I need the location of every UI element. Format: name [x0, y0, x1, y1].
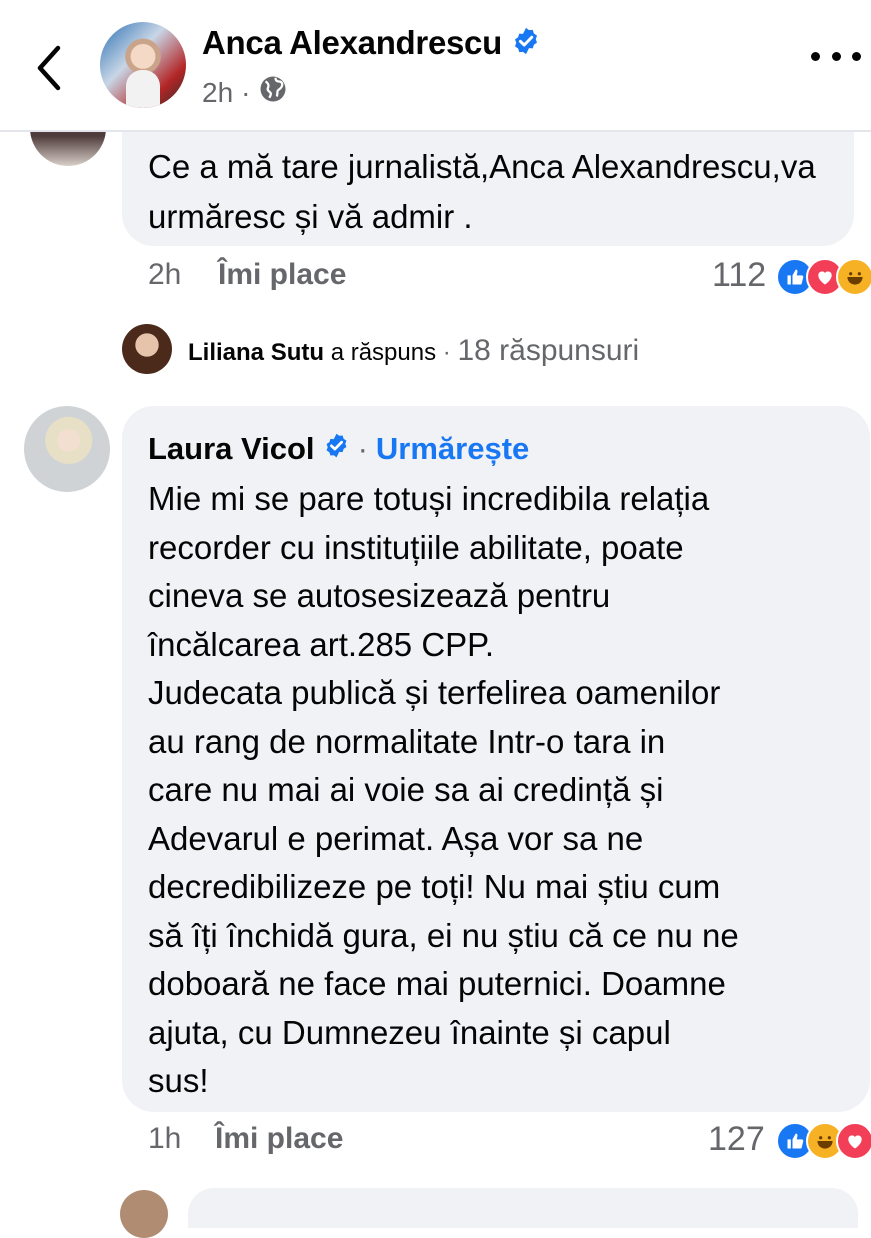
- commenter-avatar[interactable]: [24, 406, 110, 492]
- replier-name: Liliana Sutu: [188, 339, 325, 366]
- verified-badge-icon: [511, 26, 541, 64]
- post-meta: 2h ·: [202, 74, 288, 111]
- love-reaction-icon: [836, 1122, 871, 1160]
- commenter-name[interactable]: Laura Vicol: [148, 431, 315, 467]
- comment-text: Ce a mă tare jurnalistă,Anca Alexandresc…: [148, 148, 816, 235]
- name-separator: ·: [357, 431, 368, 466]
- haha-reaction-icon: [836, 258, 871, 296]
- page-name: Anca Alexandrescu: [202, 24, 502, 61]
- comment-bubble: [188, 1188, 858, 1228]
- replier-avatar[interactable]: [122, 324, 172, 374]
- comment-time: 1h: [148, 1122, 182, 1155]
- follow-button[interactable]: Urmărește: [376, 431, 529, 467]
- reply-action: a răspuns: [330, 339, 437, 366]
- page-name-link[interactable]: Anca Alexandrescu: [202, 24, 541, 64]
- like-button[interactable]: Îmi place: [218, 258, 346, 292]
- reply-count: 18 răspunsuri: [457, 334, 640, 367]
- meta-separator: ·: [241, 76, 251, 108]
- post-header: Anca Alexandrescu 2h ·: [0, 0, 871, 132]
- page-avatar[interactable]: [100, 22, 186, 108]
- view-replies-link[interactable]: Liliana Sutu a răspuns · 18 răspunsuri: [188, 334, 639, 368]
- more-options-icon[interactable]: [811, 52, 861, 72]
- like-button[interactable]: Îmi place: [215, 1122, 343, 1156]
- reaction-icons[interactable]: [776, 258, 871, 296]
- verified-badge-icon: [323, 431, 350, 467]
- back-arrow-icon[interactable]: [30, 38, 70, 98]
- comment-header: Laura Vicol · Urmărește: [148, 431, 529, 467]
- globe-icon: [258, 74, 288, 111]
- comment-time: 2h: [148, 258, 182, 291]
- post-time: 2h: [202, 76, 234, 108]
- commenter-avatar[interactable]: [120, 1190, 168, 1238]
- reply-separator: ·: [442, 339, 451, 366]
- reaction-count[interactable]: 112: [712, 256, 766, 295]
- reaction-icons[interactable]: [776, 1122, 871, 1160]
- comment-text: Mie mi se pare totuși incredibila relați…: [148, 480, 739, 1099]
- reaction-count[interactable]: 127: [708, 1120, 765, 1159]
